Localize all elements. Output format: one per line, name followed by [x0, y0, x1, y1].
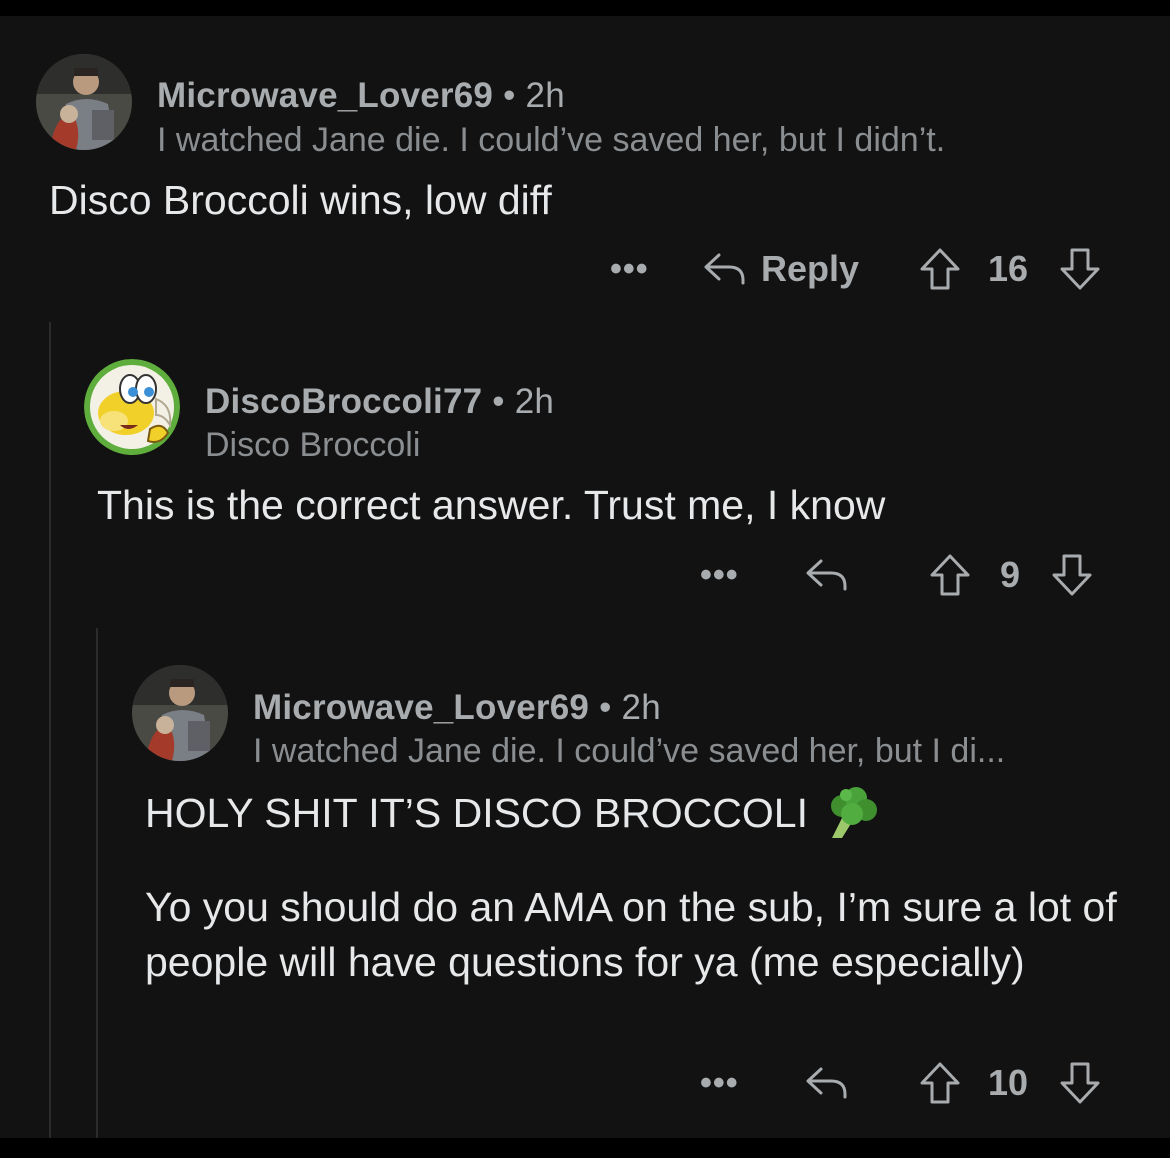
downvote-button[interactable] [1059, 1058, 1101, 1108]
username[interactable]: Microwave_Lover69 [253, 688, 589, 727]
reply-button[interactable] [805, 1058, 849, 1108]
upvote-arrow-icon [920, 248, 960, 290]
thread-line-level-1[interactable] [49, 322, 51, 1138]
upvote-arrow-icon [920, 1062, 960, 1104]
user-flair: I watched Jane die. I could’ve saved her… [157, 121, 946, 159]
broccoli-emoji-icon [830, 787, 877, 838]
timestamp: 2h [621, 688, 661, 727]
upvote-button[interactable] [919, 244, 961, 294]
comment-author[interactable]: Microwave_Lover69 • 2h [253, 688, 661, 728]
upvote-arrow-icon [930, 554, 970, 596]
vote-score: 10 [988, 1062, 1029, 1103]
comment-body-headline: HOLY SHIT IT’S DISCO BROCCOLI [145, 789, 808, 836]
comment-actions: ••• 10 [0, 1058, 1170, 1108]
reply-arrow-icon [806, 1067, 847, 1099]
downvote-arrow-icon [1060, 1062, 1100, 1104]
downvote-button[interactable] [1051, 550, 1093, 600]
more-options-button[interactable]: ••• [610, 244, 649, 294]
user-flair: I watched Jane die. I could’ve saved her… [253, 732, 1006, 770]
separator-dot: • [492, 382, 505, 421]
reply-label: Reply [761, 248, 860, 289]
more-options-button[interactable]: ••• [700, 550, 739, 600]
timestamp: 2h [514, 382, 555, 421]
reply-arrow-icon [704, 253, 745, 285]
vote-score: 16 [988, 248, 1029, 289]
separator-dot: • [599, 688, 612, 727]
reply-button[interactable] [805, 550, 849, 600]
comment-body-paragraph: Yo you should do an AMA on the sub, I’m … [145, 884, 1117, 985]
masked-figure-avatar-icon [132, 665, 228, 761]
downvote-button[interactable] [1059, 244, 1101, 294]
avatar[interactable] [132, 665, 228, 761]
comment-author[interactable]: Microwave_Lover69 • 2h [157, 76, 565, 116]
masked-figure-avatar-icon [36, 54, 132, 150]
reply-arrow-icon [806, 559, 847, 591]
koopa-avatar-icon [84, 359, 180, 455]
separator-dot: • [503, 76, 516, 115]
comment-body: HOLY SHIT IT’S DISCO BROCCOLI Yo you sho… [145, 784, 1135, 990]
avatar[interactable] [36, 54, 132, 150]
avatar[interactable] [84, 359, 180, 455]
more-options-button[interactable]: ••• [700, 1058, 739, 1108]
timestamp: 2h [525, 76, 565, 115]
downvote-arrow-icon [1060, 248, 1100, 290]
downvote-arrow-icon [1052, 554, 1092, 596]
upvote-button[interactable] [919, 1058, 961, 1108]
comment-body: Disco Broccoli wins, low diff [49, 177, 552, 223]
comment-author[interactable]: DiscoBroccoli77 • 2h [205, 382, 554, 422]
vote-score: 9 [1000, 554, 1021, 595]
username[interactable]: Microwave_Lover69 [157, 76, 493, 115]
comment-body-line: HOLY SHIT IT’S DISCO BROCCOLI [145, 784, 1135, 842]
comment-body: This is the correct answer. Trust me, I … [97, 482, 886, 528]
comment-actions: ••• 9 [0, 550, 1170, 600]
username[interactable]: DiscoBroccoli77 [205, 382, 482, 421]
comment-thread: Microwave_Lover69 • 2h I watched Jane die.… [0, 16, 1170, 1138]
comment-actions: ••• Reply 16 [0, 244, 1170, 294]
upvote-button[interactable] [929, 550, 971, 600]
user-flair: Disco Broccoli [205, 426, 421, 464]
reply-button[interactable]: Reply [703, 244, 859, 294]
